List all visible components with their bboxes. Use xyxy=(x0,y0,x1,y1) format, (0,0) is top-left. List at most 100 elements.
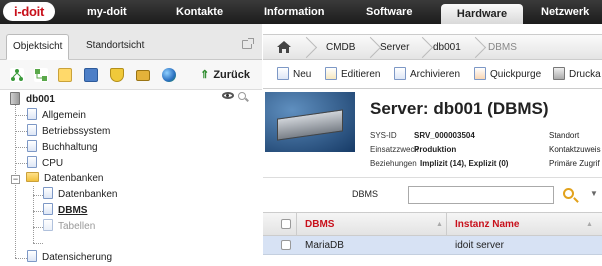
filter-row: DBMS ▼ xyxy=(263,180,602,210)
left-panel-toolbar: ⇑ Zurück xyxy=(0,60,262,90)
tree-guide xyxy=(33,227,43,228)
app-logo[interactable]: i-doit xyxy=(3,2,55,21)
breadcrumb-server[interactable]: Server xyxy=(380,35,409,61)
document-icon xyxy=(43,187,53,199)
column-header-instanz-name[interactable]: Instanz Name xyxy=(455,213,519,237)
row-checkbox[interactable] xyxy=(281,240,291,250)
tree-guide xyxy=(15,131,27,132)
quickpurge-button[interactable]: Quickpurge xyxy=(474,67,541,83)
breadcrumb-separator xyxy=(468,35,478,61)
document-icon xyxy=(43,203,53,215)
print-button[interactable]: Drucka xyxy=(553,67,601,83)
breadcrumb-separator xyxy=(363,35,373,61)
document-icon xyxy=(27,124,37,136)
new-document-icon xyxy=(277,67,289,80)
breadcrumb-separator xyxy=(299,35,309,61)
network-icon[interactable] xyxy=(10,68,24,82)
tree-item-betriebssystem[interactable]: Betriebssystem xyxy=(27,124,110,140)
breadcrumb-separator xyxy=(415,35,425,61)
menu-item-information[interactable]: Information xyxy=(264,0,325,24)
search-icon[interactable] xyxy=(563,188,574,199)
menu-item-kontakte[interactable]: Kontakte xyxy=(176,0,223,24)
object-tree: db001 Allgemein Betriebssystem Buchhaltu… xyxy=(0,90,262,266)
tree-root-db001[interactable]: db001 xyxy=(10,92,55,108)
chevron-down-icon[interactable]: ▼ xyxy=(590,189,598,198)
tree-guide xyxy=(33,195,43,196)
edit-icon xyxy=(325,67,337,80)
menu-item-software[interactable]: Software xyxy=(366,0,412,24)
tree-item-cpu[interactable]: CPU xyxy=(27,156,63,172)
document-icon xyxy=(43,219,53,231)
field-standort-label: Standort xyxy=(549,131,580,140)
quickpurge-icon xyxy=(474,67,486,80)
tree-item-tabellen[interactable]: Tabellen xyxy=(43,219,95,235)
home-icon[interactable] xyxy=(277,41,291,53)
tree-item-datensicherung[interactable]: Datensicherung xyxy=(27,250,112,266)
eye-icon[interactable] xyxy=(222,92,234,99)
shield-icon[interactable] xyxy=(110,68,124,82)
tree-guide xyxy=(15,115,27,116)
main-content: CMDB Server db001 DBMS Neu Editieren Arc… xyxy=(263,24,602,266)
back-button[interactable]: ⇑ Zurück xyxy=(200,67,250,83)
collapse-expander-icon[interactable]: − xyxy=(11,175,20,184)
field-primaere-zugriffs-label: Primäre Zugrif xyxy=(549,159,600,168)
page-title: Server: db001 (DBMS) xyxy=(370,99,549,118)
tree-guide xyxy=(15,147,27,148)
menu-item-netzwerk[interactable]: Netzwerk xyxy=(541,0,589,24)
action-toolbar: Neu Editieren Archivieren Quickpurge Dru… xyxy=(263,61,602,89)
column-divider xyxy=(296,213,297,237)
filter-label: DBMS xyxy=(352,189,379,199)
field-sys-id: SYS-ID SRV_000003504 xyxy=(370,131,475,140)
edit-button[interactable]: Editieren xyxy=(325,67,380,83)
search-icon[interactable] xyxy=(238,92,246,100)
breadcrumb: CMDB Server db001 DBMS xyxy=(263,34,602,60)
field-kontaktzuweisung-label: Kontaktzuweis xyxy=(549,145,601,154)
folder-open-icon xyxy=(26,172,39,182)
collapse-panel-icon[interactable] xyxy=(242,38,254,49)
book-icon[interactable] xyxy=(84,68,98,82)
left-panel-tabs: Objektsicht Standortsicht xyxy=(0,24,262,60)
select-all-checkbox[interactable] xyxy=(281,219,291,229)
new-button[interactable]: Neu xyxy=(277,67,311,83)
dbms-table: DBMS ▲ Instanz Name ▲ MariaDB idoit serv… xyxy=(263,212,602,266)
tree-item-buchhaltung[interactable]: Buchhaltung xyxy=(27,140,98,156)
tree-item-allgemein[interactable]: Allgemein xyxy=(27,108,86,124)
cell-dbms: MariaDB xyxy=(305,240,344,251)
table-row[interactable]: MariaDB idoit server xyxy=(263,236,602,255)
cell-instanz-name: idoit server xyxy=(455,240,504,251)
server-icon xyxy=(10,92,20,105)
column-divider xyxy=(446,213,447,237)
field-einsatzzweck: EinsatzzweckProduktion xyxy=(370,145,457,154)
tree-guide xyxy=(15,258,27,259)
archive-button[interactable]: Archivieren xyxy=(394,67,460,83)
filter-input[interactable] xyxy=(408,186,554,204)
sort-icon[interactable]: ▲ xyxy=(436,213,443,237)
breadcrumb-db001[interactable]: db001 xyxy=(433,35,461,61)
tree-item-datenbanken[interactable]: Datenbanken xyxy=(43,187,118,203)
column-header-dbms[interactable]: DBMS xyxy=(305,213,334,237)
printer-icon xyxy=(553,67,565,80)
top-navigation-bar: i-doit my-doit Kontakte Information Soft… xyxy=(0,0,602,24)
menu-item-hardware[interactable]: Hardware xyxy=(441,4,523,24)
sort-icon[interactable]: ▲ xyxy=(586,213,593,237)
lock-icon[interactable] xyxy=(136,70,150,81)
tab-objektsicht[interactable]: Objektsicht xyxy=(6,34,70,60)
field-beziehungen: Beziehungen Implizit (14), Explizit (0) xyxy=(370,159,509,168)
server-device-picture xyxy=(277,109,343,141)
breadcrumb-dbms: DBMS xyxy=(488,42,517,53)
tree-guide xyxy=(15,163,27,164)
device-image xyxy=(265,92,355,152)
document-icon xyxy=(27,250,37,262)
tree-icon[interactable] xyxy=(34,68,48,82)
tree-item-dbms[interactable]: DBMS xyxy=(43,203,87,219)
left-panel: Objektsicht Standortsicht ⇑Zurück db001 xyxy=(0,24,262,266)
document-icon xyxy=(27,140,37,152)
globe-icon[interactable] xyxy=(162,68,176,82)
calendar-icon[interactable] xyxy=(58,68,72,82)
breadcrumb-cmdb[interactable]: CMDB xyxy=(326,35,355,61)
tab-standortsicht[interactable]: Standortsicht xyxy=(80,34,150,60)
document-icon xyxy=(27,108,37,120)
tree-guide xyxy=(33,211,43,212)
menu-item-my-doit[interactable]: my-doit xyxy=(87,0,127,24)
tree-folder-datenbanken[interactable]: Datenbanken xyxy=(26,171,104,187)
